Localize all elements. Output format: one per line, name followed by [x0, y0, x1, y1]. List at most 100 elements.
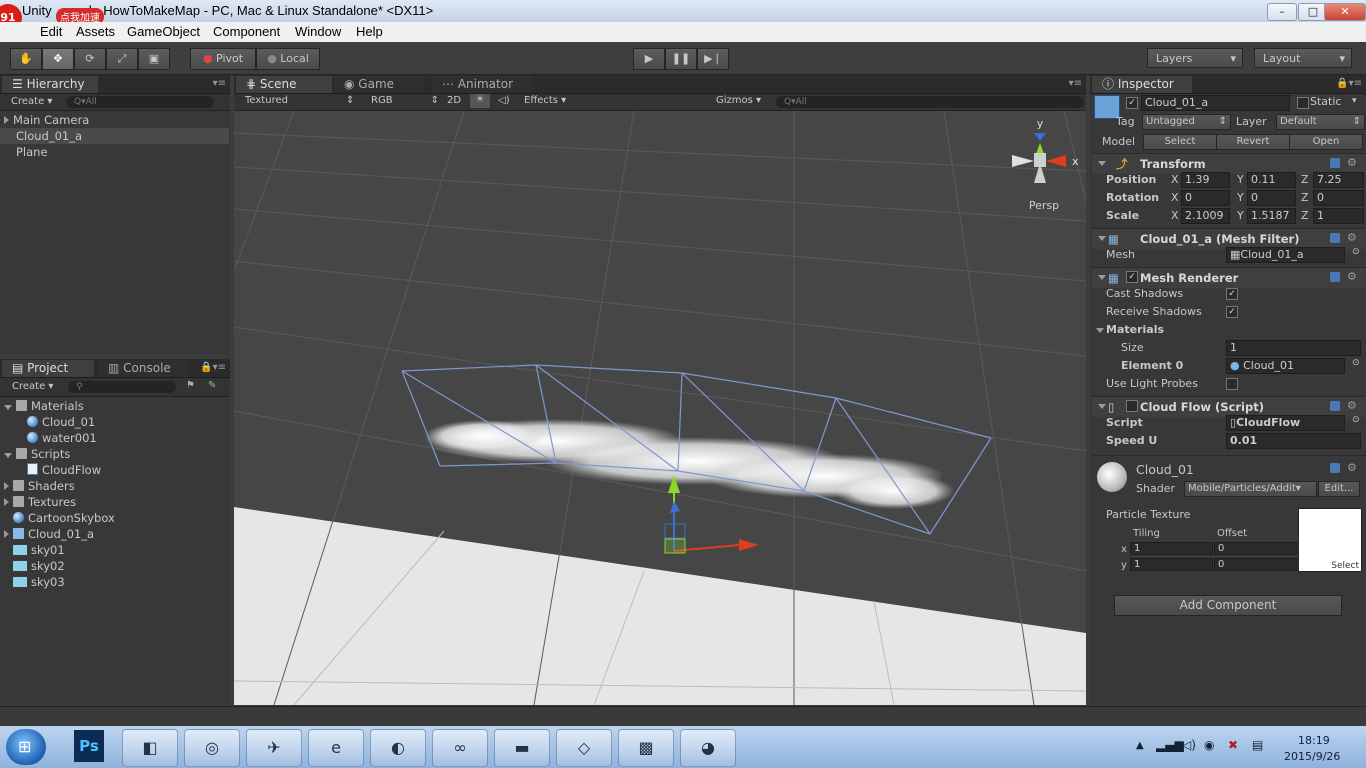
projection-label[interactable]: Persp: [1029, 199, 1059, 212]
project-item[interactable]: CloudFlow: [0, 462, 229, 478]
tray-expand-icon[interactable]: ▲: [1136, 740, 1144, 751]
hand-tool-button[interactable]: ✋: [10, 48, 42, 70]
tab-game[interactable]: ◉ Game: [334, 76, 424, 93]
help-icon[interactable]: [1330, 401, 1340, 411]
collapse-arrow-icon[interactable]: [1098, 404, 1106, 409]
gear-icon[interactable]: ⚙: [1347, 157, 1358, 168]
layer-dropdown[interactable]: Default ⇕: [1276, 114, 1365, 130]
model-select-button[interactable]: Select: [1143, 134, 1217, 150]
collapse-arrow-icon[interactable]: [1098, 236, 1106, 241]
light-probes-checkbox[interactable]: [1226, 378, 1238, 390]
play-button[interactable]: ▶: [633, 48, 665, 70]
collapse-arrow-icon[interactable]: [1098, 161, 1106, 166]
help-icon[interactable]: [1330, 158, 1340, 168]
object-picker-icon[interactable]: ⊙: [1352, 415, 1360, 425]
tray-flag-icon[interactable]: ✖: [1228, 738, 1238, 752]
texture-slot[interactable]: Select: [1298, 508, 1362, 572]
menu-help[interactable]: Help: [356, 24, 383, 39]
help-icon[interactable]: [1330, 233, 1340, 243]
hierarchy-search-input[interactable]: Q▾All: [66, 96, 214, 108]
project-item[interactable]: Cloud_01_a: [0, 526, 229, 542]
hierarchy-item-cloud[interactable]: Cloud_01_a: [0, 128, 229, 144]
taskbar-app-4[interactable]: ◐: [370, 729, 426, 767]
gear-icon[interactable]: ⚙: [1347, 400, 1358, 411]
tag-dropdown[interactable]: Untagged ⇕: [1142, 114, 1231, 130]
tab-scene[interactable]: ⋕ Scene: [236, 76, 332, 93]
tray-app-icon[interactable]: ◉: [1204, 738, 1214, 752]
project-item[interactable]: Textures: [0, 494, 229, 510]
taskbar-photoshop[interactable]: Ps: [74, 730, 104, 762]
panel-menu-icon[interactable]: 🔒▾≡: [1336, 78, 1362, 89]
active-checkbox[interactable]: ✓: [1126, 97, 1138, 109]
panel-menu-icon[interactable]: ▾≡: [1069, 78, 1082, 89]
materials-row[interactable]: Materials: [1092, 321, 1366, 339]
taskbar-app-2[interactable]: ◎: [184, 729, 240, 767]
menu-component[interactable]: Component: [213, 24, 280, 39]
hierarchy-item-main-camera[interactable]: Main Camera: [0, 112, 229, 128]
materials-size-field[interactable]: 1: [1226, 340, 1361, 356]
rotate-tool-button[interactable]: ⟳: [74, 48, 106, 70]
tab-project[interactable]: ▤ Project: [2, 360, 94, 377]
gear-icon[interactable]: ⚙: [1347, 232, 1358, 243]
scale-tool-button[interactable]: ⤢: [106, 48, 138, 70]
mesh-renderer-enabled-checkbox[interactable]: ✓: [1126, 271, 1138, 283]
element0-field[interactable]: ● Cloud_01: [1226, 358, 1345, 374]
offset-x-field[interactable]: 0: [1214, 542, 1297, 555]
receive-shadows-checkbox[interactable]: ✓: [1226, 306, 1238, 318]
taskbar-app-1[interactable]: ◧: [122, 729, 178, 767]
audio-toggle[interactable]: ◁): [498, 95, 510, 106]
offset-y-field[interactable]: 0: [1214, 558, 1297, 571]
scale-x-field[interactable]: 2.1009: [1181, 208, 1230, 224]
cloud-flow-enabled-checkbox[interactable]: [1126, 400, 1138, 412]
speed-field[interactable]: 0.01: [1226, 433, 1361, 449]
project-item[interactable]: CartoonSkybox: [0, 510, 229, 526]
position-z-field[interactable]: 7.25: [1313, 172, 1364, 188]
shader-dropdown[interactable]: Mobile/Particles/Addit▾: [1184, 481, 1317, 497]
help-icon[interactable]: [1330, 272, 1340, 282]
clock-date[interactable]: 2015/9/26: [1284, 750, 1340, 763]
taskbar-explorer[interactable]: ▬: [494, 729, 550, 767]
step-button[interactable]: ▶❘: [697, 48, 729, 70]
volume-icon[interactable]: ◁): [1182, 738, 1196, 752]
minimize-button[interactable]: –: [1267, 3, 1297, 21]
project-create-button[interactable]: Create ▾: [12, 381, 53, 392]
render-mode-dropdown[interactable]: RGB ⇕: [371, 95, 439, 106]
scene-search-input[interactable]: Q▾All: [776, 96, 1084, 108]
add-component-button[interactable]: Add Component: [1114, 595, 1342, 616]
gizmos-dropdown[interactable]: Gizmos ▾: [716, 95, 761, 106]
local-button[interactable]: ● Local: [256, 48, 320, 70]
project-item[interactable]: Scripts: [0, 446, 229, 462]
tab-hierarchy[interactable]: ☰ Hierarchy: [2, 76, 98, 93]
project-search-input[interactable]: ⚲: [68, 381, 176, 393]
mesh-field[interactable]: ▦Cloud_01_a: [1226, 247, 1345, 263]
object-name-field[interactable]: Cloud_01_a: [1141, 95, 1290, 111]
expand-arrow-icon[interactable]: [4, 530, 9, 538]
project-item[interactable]: Shaders: [0, 478, 229, 494]
tab-inspector[interactable]: ⓘ Inspector: [1092, 76, 1192, 93]
expand-arrow-icon[interactable]: [4, 482, 9, 490]
gear-icon[interactable]: ⚙: [1347, 271, 1358, 282]
shader-edit-button[interactable]: Edit...: [1318, 481, 1360, 497]
project-item[interactable]: sky02: [0, 558, 229, 574]
gear-icon[interactable]: ⚙: [1347, 462, 1358, 473]
mode-2d-toggle[interactable]: 2D: [447, 95, 461, 106]
taskbar-app-6[interactable]: ▩: [618, 729, 674, 767]
menu-gameobject[interactable]: GameObject: [127, 24, 200, 39]
scene-viewport[interactable]: y x Persp: [234, 111, 1086, 705]
move-tool-button[interactable]: ✥: [42, 48, 74, 70]
object-picker-icon[interactable]: ⊙: [1352, 247, 1360, 257]
close-button[interactable]: ✕: [1324, 3, 1366, 21]
tiling-x-field[interactable]: 1: [1130, 542, 1213, 555]
taskbar-qq[interactable]: ◕: [680, 729, 736, 767]
help-icon[interactable]: [1330, 463, 1340, 473]
static-checkbox[interactable]: [1297, 97, 1309, 109]
rect-tool-button[interactable]: ▣: [138, 48, 170, 70]
collapse-arrow-icon[interactable]: [4, 405, 12, 410]
menu-edit[interactable]: Edit: [40, 24, 62, 39]
scale-y-field[interactable]: 1.5187: [1247, 208, 1296, 224]
project-item[interactable]: water001: [0, 430, 229, 446]
rotation-y-field[interactable]: 0: [1247, 190, 1296, 206]
layers-dropdown[interactable]: Layers ▾: [1147, 48, 1243, 68]
chevron-down-icon[interactable]: ▾: [1352, 96, 1357, 106]
filter-label-icon[interactable]: ✎: [208, 380, 216, 391]
